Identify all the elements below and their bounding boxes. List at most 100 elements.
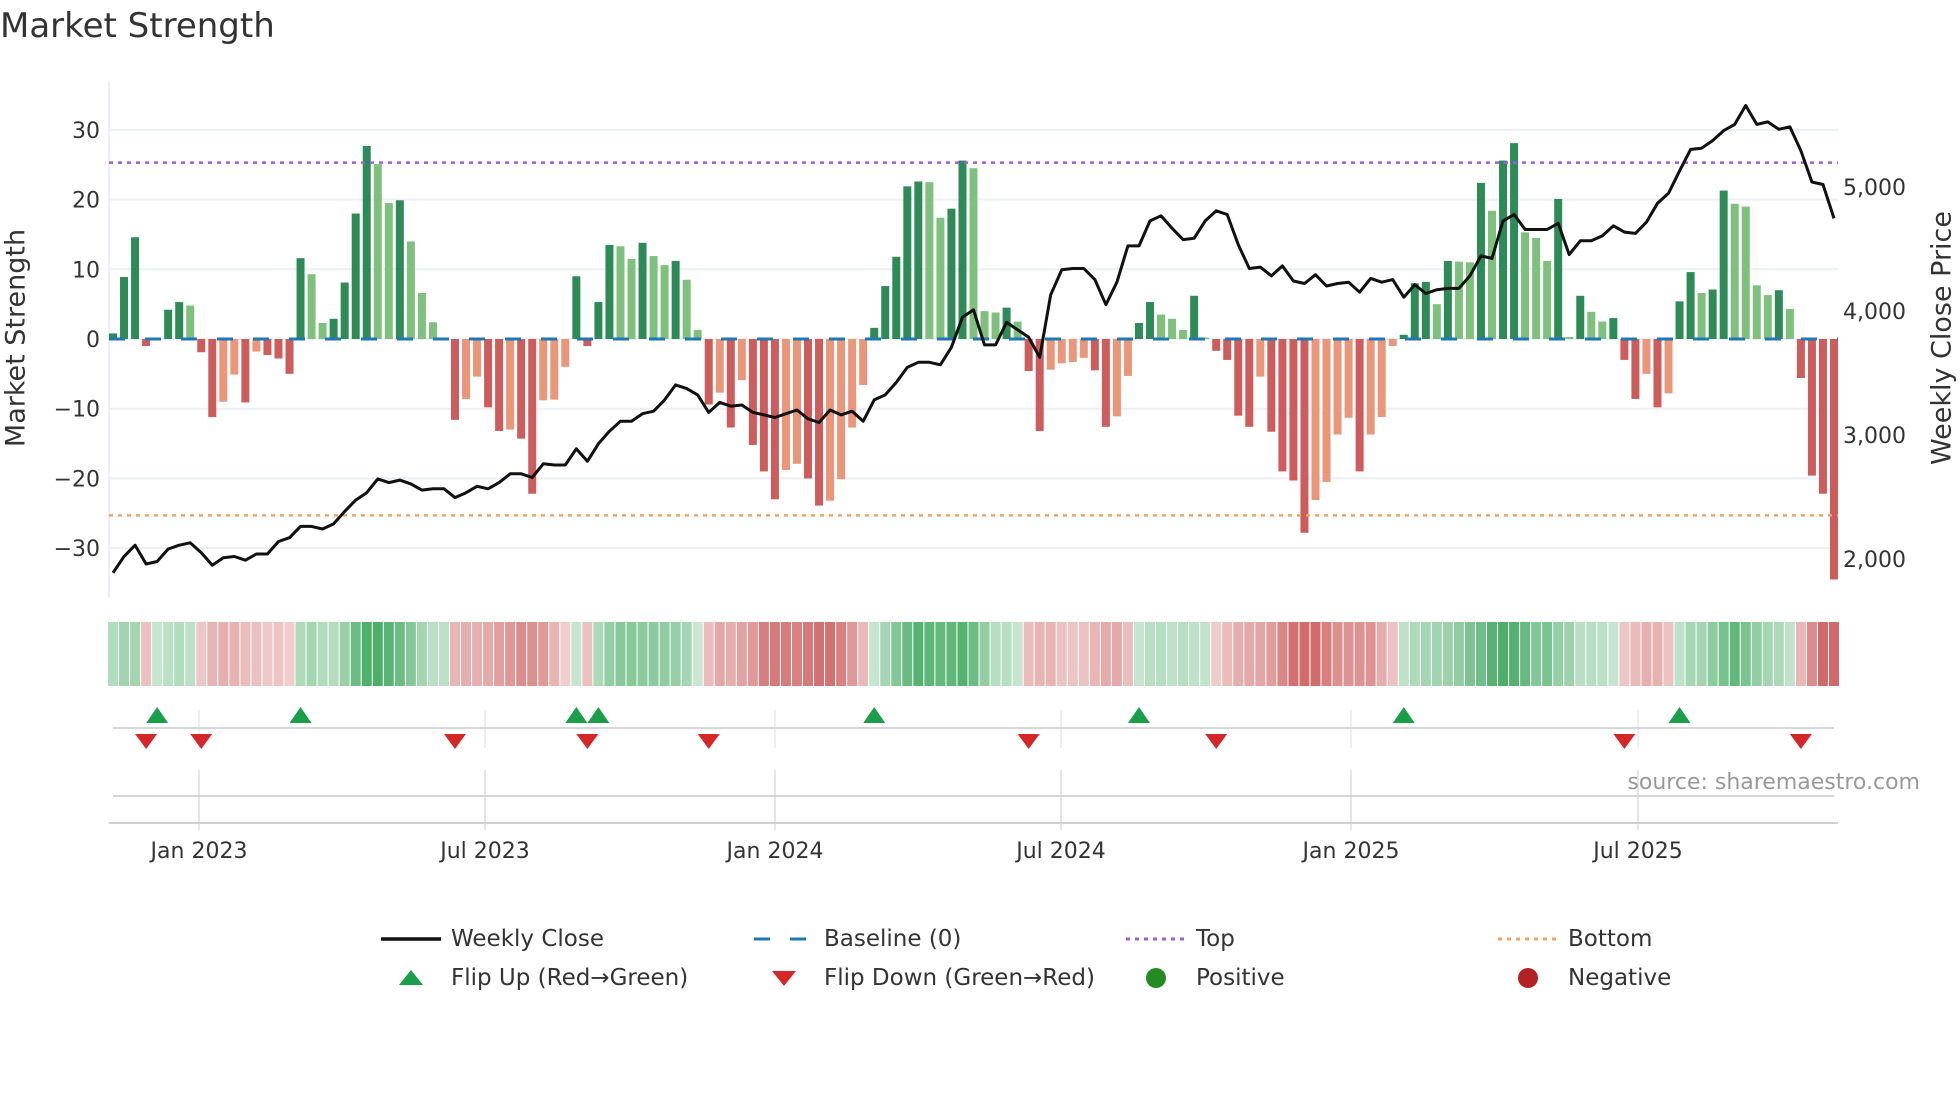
strength-bar	[1697, 292, 1706, 339]
heatmap-cell	[791, 622, 802, 686]
strength-bar	[1146, 302, 1155, 339]
y-tick-label: −20	[54, 467, 100, 492]
y-axis-title: Market Strength	[0, 228, 32, 448]
heatmap-cell	[383, 622, 394, 686]
heatmap-cell	[681, 622, 692, 686]
heatmap-cell	[1795, 622, 1806, 686]
heatmap-cell	[483, 622, 494, 686]
legend-flip-down: Flip Down (Green→Red)	[754, 965, 1095, 991]
heatmap-cell	[1453, 622, 1464, 686]
strength-bar	[1123, 339, 1132, 376]
strength-bar	[1686, 272, 1695, 339]
heatmap-cell	[361, 622, 372, 686]
heatmap-cell	[174, 622, 185, 686]
strength-bar	[638, 242, 647, 339]
heatmap-cell	[979, 622, 990, 686]
heatmap-cell	[880, 622, 891, 686]
heatmap-cell	[1100, 622, 1111, 686]
strength-bar	[528, 339, 537, 494]
strength-bar	[1267, 339, 1276, 432]
heatmap-cell	[1387, 622, 1398, 686]
flip-down-marker	[1017, 734, 1040, 749]
strength-bar	[1355, 339, 1364, 472]
strength-bar	[1432, 304, 1441, 339]
heatmap-cell	[505, 622, 516, 686]
heatmap-cell	[1233, 622, 1244, 686]
strength-bar	[1112, 339, 1121, 417]
strength-bar	[759, 339, 768, 472]
heatmap-cell	[240, 622, 251, 686]
strength-bar	[1818, 339, 1827, 494]
strength-bar	[936, 217, 945, 339]
flip-up-marker	[1392, 707, 1415, 723]
strength-bar	[1675, 301, 1684, 339]
heatmap-cell	[1156, 622, 1167, 686]
flip-down-marker	[135, 734, 158, 749]
strength-bar	[484, 339, 493, 408]
heatmap-cell	[1012, 622, 1023, 686]
strength-bar	[1388, 339, 1397, 346]
strength-bar	[395, 200, 404, 339]
legend-flip-up: Flip Up (Red→Green)	[381, 965, 688, 991]
x-tick-label: Jan 2023	[149, 839, 248, 864]
strength-bar	[1631, 339, 1640, 399]
strength-bar	[914, 181, 923, 339]
legend-label: Weekly Close	[451, 926, 604, 952]
y-tick-label: 20	[72, 189, 100, 214]
strength-bar	[1642, 339, 1651, 374]
heatmap-cell	[615, 622, 626, 686]
heatmap-cell	[218, 622, 229, 686]
heatmap-cell	[1464, 622, 1475, 686]
flip-up-marker	[565, 707, 588, 723]
heatmap-cell	[1597, 622, 1608, 686]
strength-bar	[186, 305, 195, 339]
heatmap-cell	[1806, 622, 1817, 686]
x-tick-label: Jan 2024	[725, 839, 824, 864]
strength-bar	[219, 339, 228, 402]
strength-bar	[627, 258, 636, 339]
strength-bar	[1741, 206, 1750, 339]
strength-bar	[1256, 339, 1265, 377]
strength-bar	[1454, 261, 1463, 339]
heatmap-cell	[306, 622, 317, 686]
heatmap-cell	[1211, 622, 1222, 686]
heatmap-cell	[284, 622, 295, 686]
heatmap-cell	[1288, 622, 1299, 686]
legend-label: Baseline (0)	[824, 926, 962, 952]
heatmap-cell	[836, 622, 847, 686]
heatmap-cell	[1553, 622, 1564, 686]
legend-bottom: Bottom	[1498, 926, 1652, 952]
heatmap-cell	[538, 622, 549, 686]
heatmap-cell	[1111, 622, 1122, 686]
strength-bar	[1609, 318, 1618, 339]
strength-bar	[373, 164, 382, 339]
heatmap-cell	[1321, 622, 1332, 686]
heatmap-cell	[1189, 622, 1200, 686]
heatmap-cell	[692, 622, 703, 686]
legend-label: Negative	[1568, 965, 1672, 991]
legend-label: Bottom	[1568, 926, 1653, 952]
heatmap-cell	[1056, 622, 1067, 686]
strength-bar	[230, 339, 239, 375]
heatmap-cell	[472, 622, 483, 686]
flip-down-marker	[1613, 734, 1636, 749]
heatmap-cell	[769, 622, 780, 686]
heatmap-cell	[1762, 622, 1773, 686]
heatmap-cell	[1619, 622, 1630, 686]
strength-bar	[506, 339, 515, 430]
strength-bar	[925, 182, 934, 339]
strength-bar	[605, 244, 614, 339]
heatmap-cell	[273, 622, 284, 686]
strength-bar	[1311, 339, 1320, 501]
strength-bar	[1333, 339, 1342, 435]
heatmap-cell	[560, 622, 571, 686]
strength-bar	[197, 339, 206, 353]
heatmap-cell	[1354, 622, 1365, 686]
strength-bar	[1587, 311, 1596, 339]
triangle-down-icon	[772, 971, 796, 986]
strength-bar	[1366, 339, 1375, 435]
heatmap-cell	[494, 622, 505, 686]
strength-bar	[1443, 260, 1452, 339]
heatmap-cell	[935, 622, 946, 686]
strength-bar	[1289, 339, 1298, 481]
